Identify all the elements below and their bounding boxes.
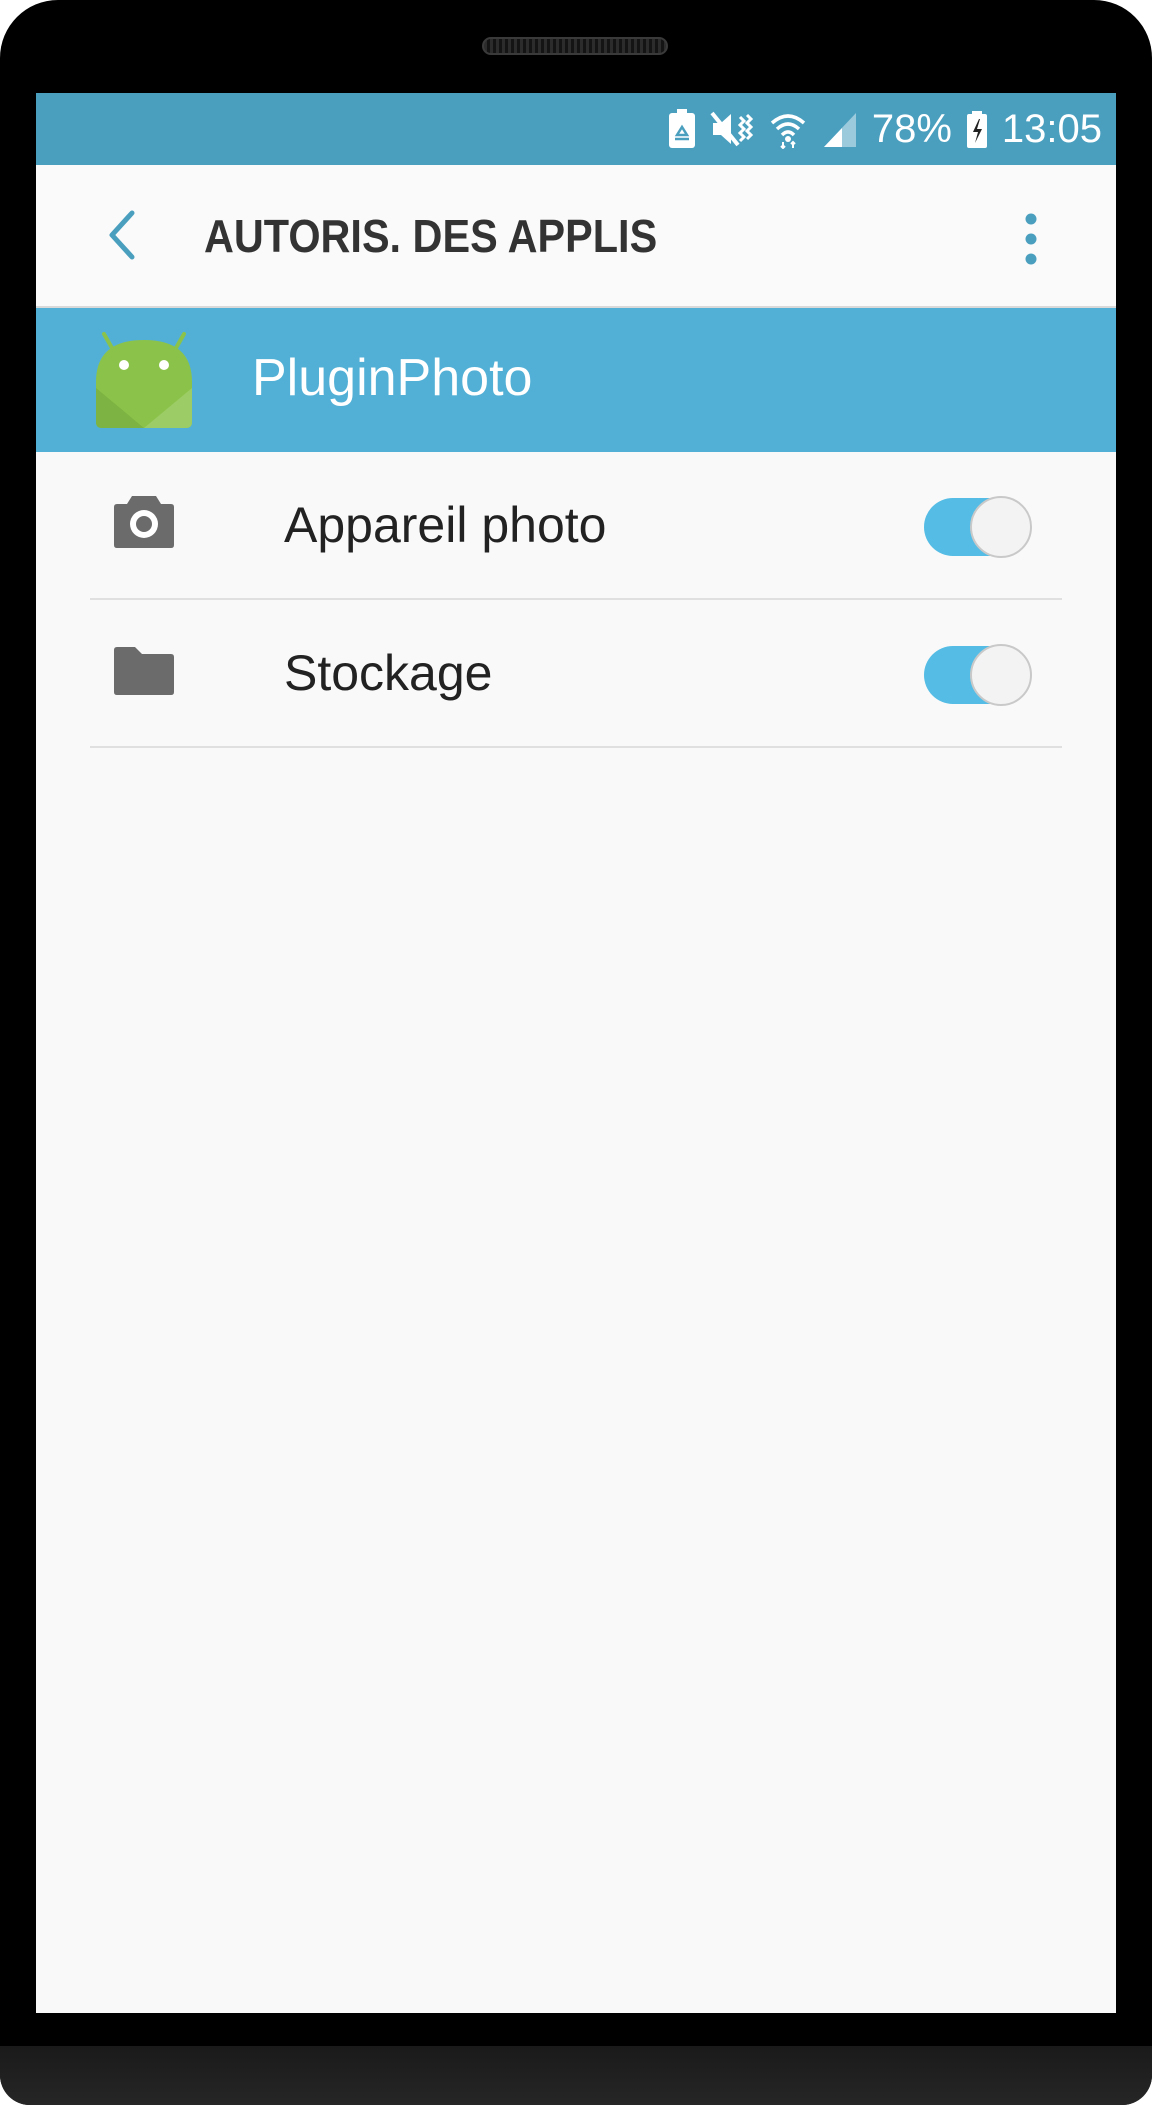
signal-icon: [822, 109, 858, 149]
permission-label-camera: Appareil photo: [284, 497, 607, 553]
phone-bottom-bezel: [0, 2046, 1152, 2105]
vibrate-mute-icon: [710, 109, 754, 149]
page-title: AUTORIS. DES APPLIS: [204, 210, 658, 262]
app-header: PluginPhoto: [36, 308, 1116, 452]
folder-icon: [112, 638, 176, 702]
camera-permission-toggle[interactable]: [922, 496, 1036, 558]
status-icons: 78% 13:05: [668, 93, 1102, 165]
storage-permission-toggle[interactable]: [922, 644, 1036, 706]
camera-icon: [112, 490, 176, 554]
back-button[interactable]: [92, 205, 152, 265]
phone-frame: 78% 13:05 AUTORIS. DES APPLIS PluginPhot…: [0, 0, 1152, 2105]
permission-list: Appareil photo Stockage: [36, 452, 1116, 748]
toggle-thumb: [970, 644, 1032, 706]
battery-charging-icon: [966, 109, 988, 149]
phone-speaker: [482, 37, 668, 55]
battery-saver-icon: [668, 109, 696, 149]
toolbar: AUTORIS. DES APPLIS: [36, 165, 1116, 308]
toggle-thumb: [970, 496, 1032, 558]
permission-label-storage: Stockage: [284, 645, 493, 701]
more-options-button[interactable]: [1016, 209, 1046, 269]
wifi-icon: [768, 109, 808, 149]
more-vertical-icon: [1025, 213, 1037, 265]
permission-row-camera[interactable]: Appareil photo: [90, 452, 1062, 600]
battery-percent: 78%: [871, 106, 952, 151]
app-name: PluginPhoto: [252, 349, 533, 407]
status-bar: 78% 13:05: [36, 93, 1116, 165]
screen: 78% 13:05 AUTORIS. DES APPLIS PluginPhot…: [36, 93, 1116, 2013]
status-time: 13:05: [1001, 106, 1102, 151]
chevron-left-icon: [109, 210, 135, 260]
permission-row-storage[interactable]: Stockage: [90, 600, 1062, 748]
android-icon: [94, 328, 194, 432]
